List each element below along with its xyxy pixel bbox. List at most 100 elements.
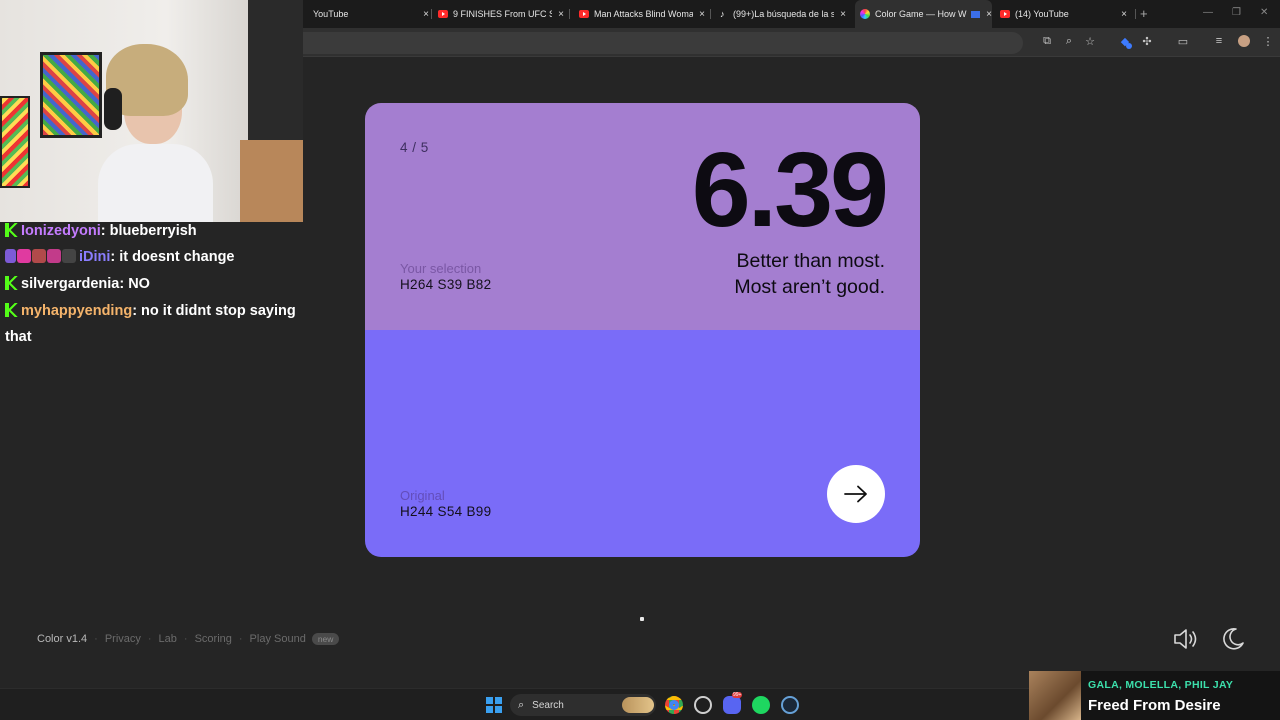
browser-toolbar: ⧉ ⌕ ☆ ◆ ✣ ▭ ≡ ⋮ [303,28,1280,56]
side-panel-icon[interactable]: ▭ [1176,34,1190,48]
new-tab-button[interactable]: + [1140,6,1148,21]
tab-title: YouTube [313,9,349,19]
browser-menu-icon[interactable]: ⋮ [1261,34,1275,48]
tab-title: 9 FINISHES From UFC Sea [453,9,553,19]
next-round-button[interactable] [827,465,885,523]
search-icon: ⌕ [518,698,525,711]
tab-close-icon[interactable]: × [558,9,564,20]
play-sound-link[interactable]: Play Sound [250,633,306,645]
chat-message: myhappyending: no it didnt stop saying [5,302,296,320]
chat-username: myhappyending [21,303,133,319]
original-swatch: Original H244 S54 B99 [365,330,920,557]
sub-badge-icon [5,249,16,263]
spotify-icon[interactable] [752,696,770,714]
tab-close-icon[interactable]: × [840,9,846,20]
chat-text: blueberryish [109,223,197,239]
privacy-link[interactable]: Privacy [105,633,141,645]
scoring-link[interactable]: Scoring [195,633,232,645]
tiktok-icon [720,9,728,19]
address-bar[interactable] [303,32,1023,54]
tab-tiktok[interactable]: (99+)La búsqueda de la s × [720,0,846,28]
tab-ufc-finishes[interactable]: 9 FINISHES From UFC Sea × [438,0,564,28]
install-app-icon[interactable]: ⧉ [1040,34,1054,48]
round-counter: 4 / 5 [400,140,429,155]
tab-color-game[interactable]: Color Game — How W × [855,0,992,28]
window-close-icon[interactable]: ✕ [1260,7,1268,18]
tab-audio-icon [971,10,981,18]
tab-close-icon[interactable]: × [699,9,705,20]
tab-youtube[interactable]: YouTube × [303,0,429,28]
chat-message-continued: that [5,328,32,346]
tab-title: Man Attacks Blind Woman [594,9,694,19]
tab-title: (14) YouTube [1015,9,1069,19]
chat-text: no it didnt stop saying [141,303,296,319]
zoom-icon[interactable]: ⌕ [1062,34,1076,48]
chrome-icon[interactable] [665,696,683,714]
now-playing-overlay: GALA, MOLELLA, PHIL JAY Freed From Desir… [1029,671,1280,720]
tab-youtube-14[interactable]: (14) YouTube × [1000,0,1127,28]
chat-message: iDini: it doesnt change [5,248,235,266]
tab-close-icon[interactable]: × [1121,9,1127,20]
bookmark-star-icon[interactable]: ☆ [1083,34,1097,48]
youtube-icon [438,10,448,18]
windows-start-icon[interactable] [486,697,502,713]
youtube-icon [579,10,589,18]
toolbar-divider [303,56,1280,57]
result-card: 4 / 5 6.39 Better than most. Most aren’t… [365,103,920,557]
profile-avatar[interactable] [1238,35,1250,47]
speaker-icon[interactable] [1172,626,1200,652]
streamer [98,44,213,222]
now-playing-artist: GALA, MOLELLA, PHIL JAY [1088,679,1234,691]
arrow-right-icon [844,485,867,503]
search-label: Search [532,699,564,711]
color-wheel-icon [860,9,870,19]
extension-badge [1126,43,1132,49]
gem-badge-icon [47,249,61,263]
verdict-line-2: Most aren’t good. [734,276,885,298]
verdict-line-1: Better than most. [736,250,886,272]
discord-badge: 99+ [732,692,743,698]
kick-badge-icon [5,276,18,290]
moon-icon[interactable] [1220,626,1246,652]
discord-icon[interactable]: 99+ [723,692,743,714]
version-label: Color v1.4 [37,633,88,645]
tab-close-icon[interactable]: × [423,9,429,20]
steelseries-icon[interactable] [694,696,712,714]
emote-badge-icon [32,249,46,263]
album-art [1029,671,1081,720]
original-value: H244 S54 B99 [400,504,492,519]
chat-message: Ionizedyoni: blueberryish [5,222,197,240]
original-label: Original [400,488,445,503]
chat-text: NO [128,276,150,292]
score-verdict: Better than most. Most aren’t good. [734,248,885,300]
wall-poster [0,96,30,188]
lab-link[interactable]: Lab [159,633,177,645]
chat-username: silvergardenia [21,276,120,292]
tab-close-icon[interactable]: × [986,9,992,20]
tab-man-attacks[interactable]: Man Attacks Blind Woman × [579,0,705,28]
chat-username: iDini [79,249,111,265]
taskbar-search[interactable]: ⌕ Search [510,694,656,716]
steam-icon[interactable] [781,696,799,714]
browser-tab-bar: YouTube × 9 FINISHES From UFC Sea × Man … [303,0,1280,28]
chat-username: Ionizedyoni [21,223,101,239]
wall-poster [40,52,102,138]
tab-title: Color Game — How W [875,9,967,19]
chat-text: it doesnt change [119,249,235,265]
now-playing-title: Freed From Desire [1088,697,1221,714]
maximize-icon[interactable]: ❐ [1232,7,1241,18]
media-control-icon[interactable]: ≡ [1212,34,1226,48]
kick-badge-icon [5,303,18,317]
tab-title: (99+)La búsqueda de la s [733,9,835,19]
selection-swatch: 4 / 5 6.39 Better than most. Most aren’t… [365,103,920,330]
search-highlight-image [622,697,654,713]
headset [104,88,122,130]
selection-value: H264 S39 B82 [400,277,492,292]
loading-indicator [640,617,644,621]
heart-badge-icon [17,249,31,263]
chat-message: silvergardenia: NO [5,275,150,293]
site-footer: Color v1.4 · Privacy · Lab · Scoring · P… [37,632,340,646]
minimize-icon[interactable]: — [1203,7,1213,18]
emote-badge-icon [62,249,76,263]
extensions-puzzle-icon[interactable]: ✣ [1140,34,1154,48]
